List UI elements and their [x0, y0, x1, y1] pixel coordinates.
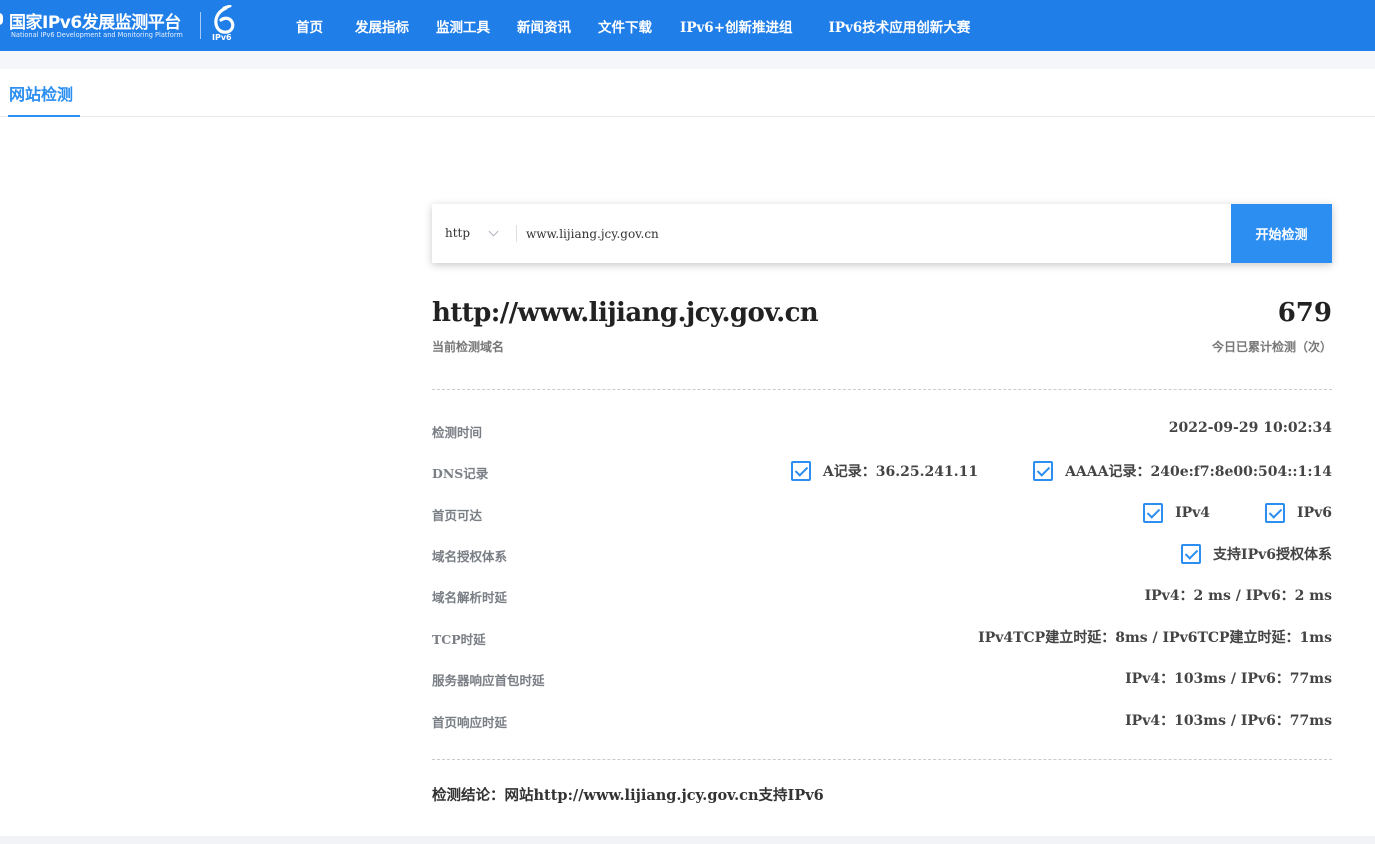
main-nav: 首页 发展指标 监测工具 新闻资讯 文件下载 IPv6+创新推进组 IPv6技术…	[282, 0, 970, 51]
row-value: IPv4：2 ms / IPv6：2 ms	[1144, 588, 1332, 604]
row-value: IPv4 IPv6	[1143, 503, 1332, 523]
row-tcp-latency: TCP时延 IPv4TCP建立时延：8ms / IPv6TCP建立时延：1ms	[432, 625, 1332, 649]
row-dns-records: DNS记录 A记录：36.25.241.11 AAAA记录：240e:f7:8e…	[432, 459, 1332, 483]
check-conclusion: 检测结论：网站http://www.lijiang.jcy.gov.cn支持IP…	[432, 787, 824, 804]
dns-aaaa-record: AAAA记录：240e:f7:8e00:504::1:14	[1033, 461, 1332, 481]
reach-ipv4-text: IPv4	[1175, 505, 1211, 521]
row-label: DNS记录	[432, 466, 489, 481]
row-label: 服务器响应首包时延	[432, 673, 545, 688]
nav-item-downloads[interactable]: 文件下载	[598, 16, 652, 36]
checkbox-checked-icon	[1033, 461, 1054, 481]
row-first-packet-latency: 服务器响应首包时延 IPv4：103ms / IPv6：77ms	[432, 666, 1332, 690]
divider-bottom	[432, 759, 1332, 760]
dns-a-record: A记录：36.25.241.11	[790, 461, 979, 481]
auth-ipv6-support: 支持IPv6授权体系	[1181, 544, 1332, 564]
nav-item-news[interactable]: 新闻资讯	[517, 16, 571, 36]
protocol-select[interactable]: http	[445, 204, 470, 263]
top-navigation-bar: 国家IPv6发展监测平台 National IPv6 Development a…	[0, 0, 1375, 51]
nav-item-home[interactable]: 首页	[296, 16, 323, 36]
ipv6-logo-label: IPv6	[212, 33, 232, 42]
tab-website-check[interactable]: 网站检测	[9, 81, 73, 105]
divider-top	[432, 389, 1332, 390]
row-domain-authorization: 域名授权体系 支持IPv6授权体系	[432, 542, 1332, 566]
tab-bar: 网站检测	[0, 69, 1375, 117]
footer-band	[0, 836, 1375, 844]
row-homepage-response-latency: 首页响应时延 IPv4：103ms / IPv6：77ms	[432, 708, 1332, 732]
row-homepage-reachable: 首页可达 IPv4 IPv6	[432, 501, 1332, 525]
row-value: IPv4：103ms / IPv6：77ms	[1125, 671, 1332, 687]
search-divider	[516, 225, 517, 242]
tab-active-indicator	[8, 115, 80, 117]
row-value: A记录：36.25.241.11 AAAA记录：240e:f7:8e00:504…	[790, 461, 1332, 481]
header-spacer	[0, 51, 1375, 69]
checkbox-checked-icon	[1265, 503, 1286, 523]
nav-item-tools[interactable]: 监测工具	[436, 16, 490, 36]
row-value: 2022-09-29 10:02:34	[1168, 420, 1332, 436]
checkbox-checked-icon	[1143, 503, 1164, 523]
nav-item-competition[interactable]: IPv6技术应用创新大赛	[829, 16, 971, 36]
nav-item-indicators[interactable]: 发展指标	[355, 16, 409, 36]
row-value: IPv4：103ms / IPv6：77ms	[1125, 713, 1332, 729]
auth-ipv6-support-text: 支持IPv6授权体系	[1213, 547, 1332, 563]
site-logo[interactable]: 国家IPv6发展监测平台 National IPv6 Development a…	[0, 0, 250, 51]
row-label: 检测时间	[432, 425, 483, 440]
today-check-count-caption: 今日已累计检测（次）	[1211, 340, 1332, 354]
row-label: 域名解析时延	[432, 590, 508, 605]
checked-domain-caption: 当前检测域名	[432, 340, 505, 354]
checked-domain: http://www.lijiang.jcy.gov.cn	[432, 298, 819, 328]
logo-divider	[200, 12, 201, 39]
nav-item-innovation-group[interactable]: IPv6+创新推进组	[680, 16, 793, 36]
row-label: TCP时延	[432, 632, 486, 647]
row-dns-resolve-latency: 域名解析时延 IPv4：2 ms / IPv6：2 ms	[432, 583, 1332, 607]
chevron-down-icon[interactable]	[488, 226, 499, 237]
row-check-time: 检测时间 2022-09-29 10:02:34	[432, 418, 1332, 442]
row-label: 首页响应时延	[432, 715, 508, 730]
dns-aaaa-record-text: AAAA记录：240e:f7:8e00:504::1:14	[1065, 464, 1332, 480]
start-check-button[interactable]: 开始检测	[1231, 204, 1332, 263]
reach-ipv6: IPv6	[1265, 503, 1332, 523]
today-check-count: 679	[1277, 298, 1332, 328]
url-input[interactable]	[526, 218, 1216, 249]
logo-emblem-icon	[0, 13, 3, 25]
row-value: IPv4TCP建立时延：8ms / IPv6TCP建立时延：1ms	[978, 630, 1332, 646]
reach-ipv6-text: IPv6	[1297, 505, 1332, 521]
row-value: 支持IPv6授权体系	[1181, 544, 1332, 564]
checkbox-checked-icon	[790, 461, 811, 481]
dns-a-record-text: A记录：36.25.241.11	[822, 464, 979, 480]
search-bar: http 开始检测	[432, 204, 1332, 263]
row-label: 首页可达	[432, 508, 483, 523]
logo-title: 国家IPv6发展监测平台	[9, 13, 181, 33]
checkbox-checked-icon	[1181, 544, 1202, 564]
reach-ipv4: IPv4	[1143, 503, 1210, 523]
row-label: 域名授权体系	[432, 549, 508, 564]
logo-subtitle: National IPv6 Development and Monitoring…	[11, 31, 183, 39]
